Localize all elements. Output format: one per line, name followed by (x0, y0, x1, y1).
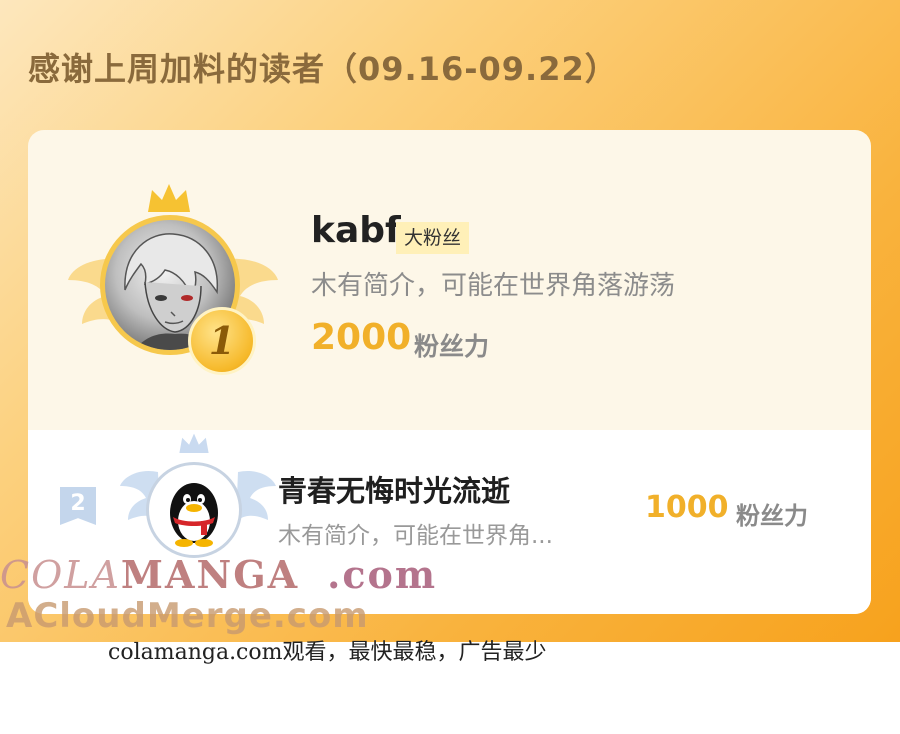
first-place-score-unit: 粉丝力 (414, 332, 490, 361)
second-place-score-unit: 粉丝力 (736, 502, 808, 530)
first-place-score: 2000 (311, 317, 412, 358)
second-place-avatar[interactable] (146, 462, 242, 558)
rank-1-badge: 1 (188, 307, 256, 375)
site-watermark: COLAMANGA .com (0, 552, 437, 597)
thanks-banner: 感谢上周加料的读者（09.16-09.22） 1 kabf 大粉丝 木有简介，可… (0, 0, 900, 642)
watermark-brand-light: COLA (0, 553, 121, 597)
first-place-description: 木有简介，可能在世界角落游荡 (311, 271, 676, 301)
first-place-name[interactable]: kabf (311, 210, 401, 251)
secondary-watermark: ACloudMerge.com (6, 596, 369, 636)
second-place-name[interactable]: 青春无悔时光流逝 (278, 468, 510, 510)
second-place-score: 1000 (645, 490, 729, 525)
watermark-domain: .com (327, 552, 438, 597)
second-place-description: 木有简介，可能在世界角... (278, 523, 553, 549)
leaderboard-card: 1 kabf 大粉丝 木有简介，可能在世界角落游荡 2000 粉丝力 2 青春无… (28, 130, 871, 614)
crown-icon (148, 184, 190, 212)
crown-icon (179, 433, 209, 454)
footer-notice: colamanga.com观看，最快最稳，广告最少 (108, 640, 547, 665)
banner-heading: 感谢上周加料的读者（09.16-09.22） (28, 50, 618, 88)
watermark-brand-bold: MANGA (120, 552, 300, 597)
penguin-avatar (170, 483, 218, 547)
fan-level-badge: 大粉丝 (396, 222, 470, 254)
